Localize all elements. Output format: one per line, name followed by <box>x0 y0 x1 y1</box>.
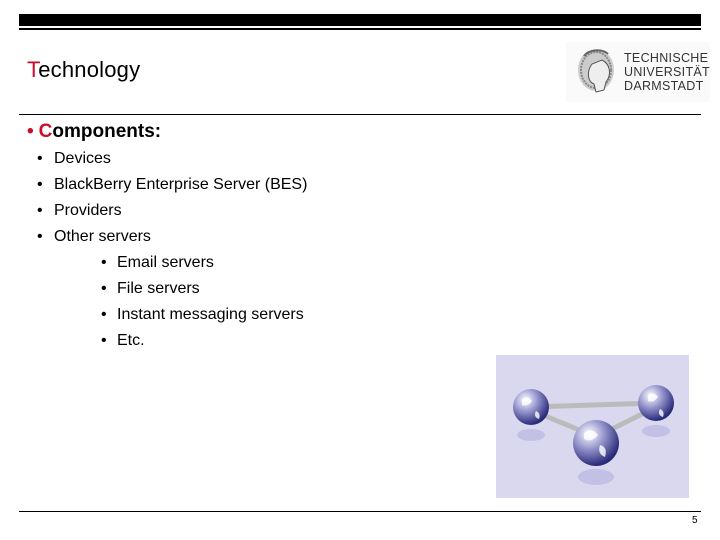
sub-list-item: • File servers <box>101 280 200 298</box>
sub-list-item-label: Email servers <box>117 254 214 271</box>
logo-line: UNIVERSITÄT <box>624 65 710 79</box>
bullet-icon: • <box>37 150 43 167</box>
page-number: 5 <box>692 515 698 526</box>
header-bar-thick <box>19 14 701 26</box>
globe-reflection <box>578 469 614 485</box>
bullet-icon: • <box>101 280 107 297</box>
globe-icon <box>638 385 674 421</box>
list-item: • Devices <box>37 150 111 168</box>
heading-initial: C <box>38 121 53 142</box>
tu-darmstadt-athena-head-icon <box>578 49 614 93</box>
bullet-heading: • Components: <box>27 121 161 143</box>
network-globes-illustration <box>513 385 674 485</box>
bullet-icon: • <box>37 176 43 193</box>
slide-title: Technology <box>27 57 140 83</box>
bullet-icon: • <box>101 254 107 271</box>
list-item-label: Devices <box>54 150 111 167</box>
logo-wordmark: TECHNISCHE UNIVERSITÄT DARMSTADT <box>624 51 710 93</box>
sub-list-item: • Etc. <box>101 332 145 350</box>
list-item-label: Providers <box>54 202 122 219</box>
logo-line: TECHNISCHE <box>624 51 709 65</box>
bullet-icon: • <box>27 121 34 142</box>
logo-line: DARMSTADT <box>624 79 704 93</box>
header-bar-thin <box>19 28 701 30</box>
slide-title-initial: T <box>27 57 39 82</box>
list-item: • Other servers <box>37 228 151 246</box>
globe-icon <box>573 420 619 466</box>
bullet-icon: • <box>37 202 43 219</box>
bullet-icon: • <box>101 332 107 349</box>
slide-title-rest: echnology <box>38 57 141 82</box>
globe-reflection <box>642 425 670 437</box>
heading-rest: omponents: <box>52 121 162 142</box>
network-globes-image <box>496 355 689 498</box>
sub-list-item-label: Instant messaging servers <box>117 306 304 323</box>
bullet-icon: • <box>101 306 107 323</box>
bullet-icon: • <box>37 228 43 245</box>
title-divider <box>19 114 701 115</box>
list-item-label: BlackBerry Enterprise Server (BES) <box>54 176 308 193</box>
list-item: • Providers <box>37 202 122 220</box>
globe-reflection <box>517 429 545 441</box>
footer-divider <box>19 511 701 512</box>
globe-icon <box>513 389 549 425</box>
sub-list-item-label: Etc. <box>117 332 145 349</box>
sub-list-item: • Email servers <box>101 254 214 272</box>
list-item: • BlackBerry Enterprise Server (BES) <box>37 176 307 194</box>
sub-list-item: • Instant messaging servers <box>101 306 304 324</box>
university-logo: TECHNISCHE UNIVERSITÄT DARMSTADT <box>566 42 710 102</box>
sub-list-item-label: File servers <box>117 280 200 297</box>
connector-rod <box>530 400 657 410</box>
list-item-label: Other servers <box>54 228 151 245</box>
